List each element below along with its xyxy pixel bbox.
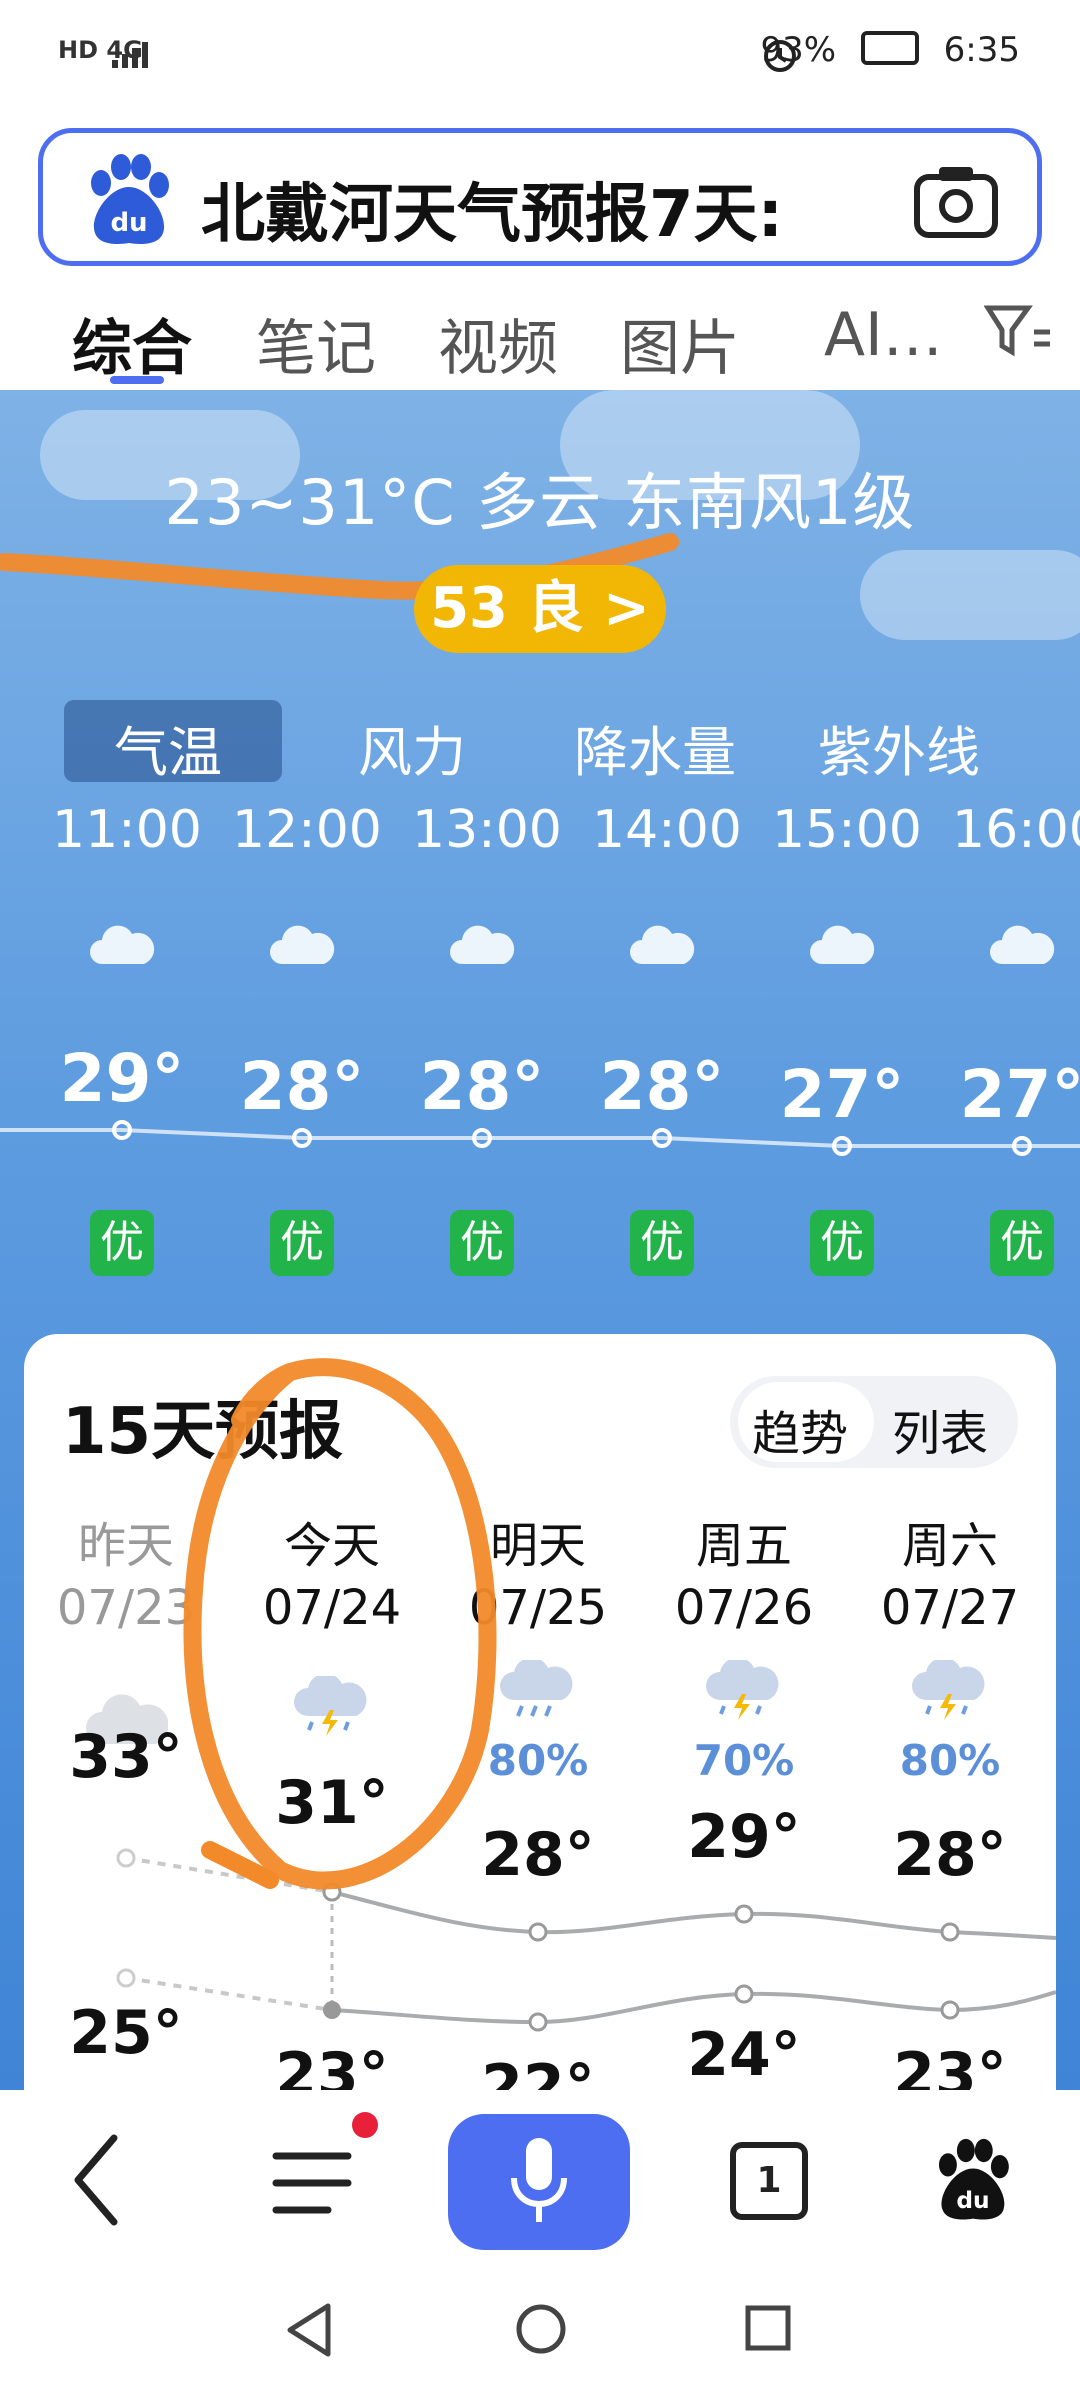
air-quality-badge: 优: [630, 1210, 694, 1276]
notification-dot: [352, 2112, 378, 2138]
thunderstorm-icon: [908, 1657, 992, 1720]
tab-ai[interactable]: AI…: [824, 300, 943, 370]
toggle-list[interactable]: 列表: [892, 1394, 988, 1464]
precipitation-chance: 80%: [899, 1736, 1001, 1785]
day-date: 07/27: [880, 1580, 1020, 1636]
tab-notes[interactable]: 笔记: [256, 300, 376, 387]
camera-icon[interactable]: [913, 163, 999, 239]
search-box[interactable]: du 北戴河天气预报7天:: [38, 128, 1042, 266]
nav-home-icon[interactable]: [514, 2302, 568, 2356]
hour-label: 11:00: [52, 800, 202, 860]
air-quality-badge: 优: [450, 1210, 514, 1276]
voice-search-button[interactable]: [448, 2114, 630, 2250]
cloud-icon: [628, 922, 696, 966]
nav-back-icon[interactable]: [284, 2302, 334, 2358]
hand-drawn-circle: [183, 1358, 497, 1890]
hour-label: 14:00: [592, 800, 742, 860]
active-tab-indicator: [110, 376, 164, 384]
mode-uv[interactable]: 紫外线: [818, 708, 980, 787]
thunderstorm-icon: [702, 1657, 786, 1720]
signal-icon: [112, 36, 156, 68]
hour-label: 15:00: [772, 800, 922, 860]
battery-icon: [860, 31, 919, 65]
status-right: 93% 6:35: [760, 30, 1020, 70]
baidu-logo-icon: du: [81, 153, 177, 249]
cloud-icon: [448, 922, 516, 966]
tab-all[interactable]: 综合: [72, 300, 192, 387]
air-quality-badge: 优: [270, 1210, 334, 1276]
day-date: 07/26: [674, 1580, 814, 1636]
background-cloud: [860, 550, 1080, 640]
air-quality-badge: 优: [990, 1210, 1054, 1276]
open-tabs-button[interactable]: 1: [730, 2142, 808, 2220]
cloud-icon: [808, 922, 876, 966]
rain-cloud-icon: [496, 1657, 580, 1720]
baidu-paw-icon[interactable]: du: [930, 2138, 1016, 2224]
svg-text:du: du: [956, 2187, 989, 2214]
mode-precipitation[interactable]: 降水量: [574, 708, 736, 787]
category-tabs: 综合 笔记 视频 图片 AI…: [0, 280, 1080, 390]
hourly-temp-line: [0, 1128, 1080, 1148]
mode-temperature[interactable]: 气温: [114, 708, 222, 787]
hour-label: 16:00: [952, 800, 1080, 860]
cloud-icon: [268, 922, 336, 966]
air-quality-badge: 优: [810, 1210, 874, 1276]
precipitation-chance: 70%: [693, 1736, 795, 1785]
back-arrow-icon[interactable]: [68, 2130, 128, 2230]
day-name: 周五: [695, 1518, 792, 1574]
nav-recents-icon[interactable]: [744, 2304, 792, 2352]
status-bar: HD 4G 93% 6:35: [0, 0, 1080, 110]
air-quality-badge: 优: [90, 1210, 154, 1276]
mode-wind[interactable]: 风力: [358, 708, 466, 787]
search-query[interactable]: 北戴河天气预报7天:: [201, 163, 911, 255]
tab-images[interactable]: 图片: [620, 300, 740, 387]
filter-icon[interactable]: [983, 302, 1054, 362]
tab-videos[interactable]: 视频: [438, 300, 558, 387]
microphone-icon: [511, 2138, 567, 2222]
svg-text:du: du: [110, 208, 147, 238]
cloud-icon: [988, 922, 1056, 966]
time: 6:35: [943, 30, 1020, 70]
aqi-badge[interactable]: 53 良 >: [414, 565, 666, 653]
day-name: 周六: [901, 1518, 998, 1574]
daily-temp-lines: [116, 1848, 1056, 2032]
hour-label: 12:00: [232, 800, 382, 860]
battery-percent: 93%: [760, 30, 837, 70]
hour-label: 13:00: [412, 800, 562, 860]
menu-icon[interactable]: [270, 2150, 354, 2216]
cloud-icon: [88, 922, 156, 966]
toggle-trend[interactable]: 趋势: [752, 1394, 848, 1464]
